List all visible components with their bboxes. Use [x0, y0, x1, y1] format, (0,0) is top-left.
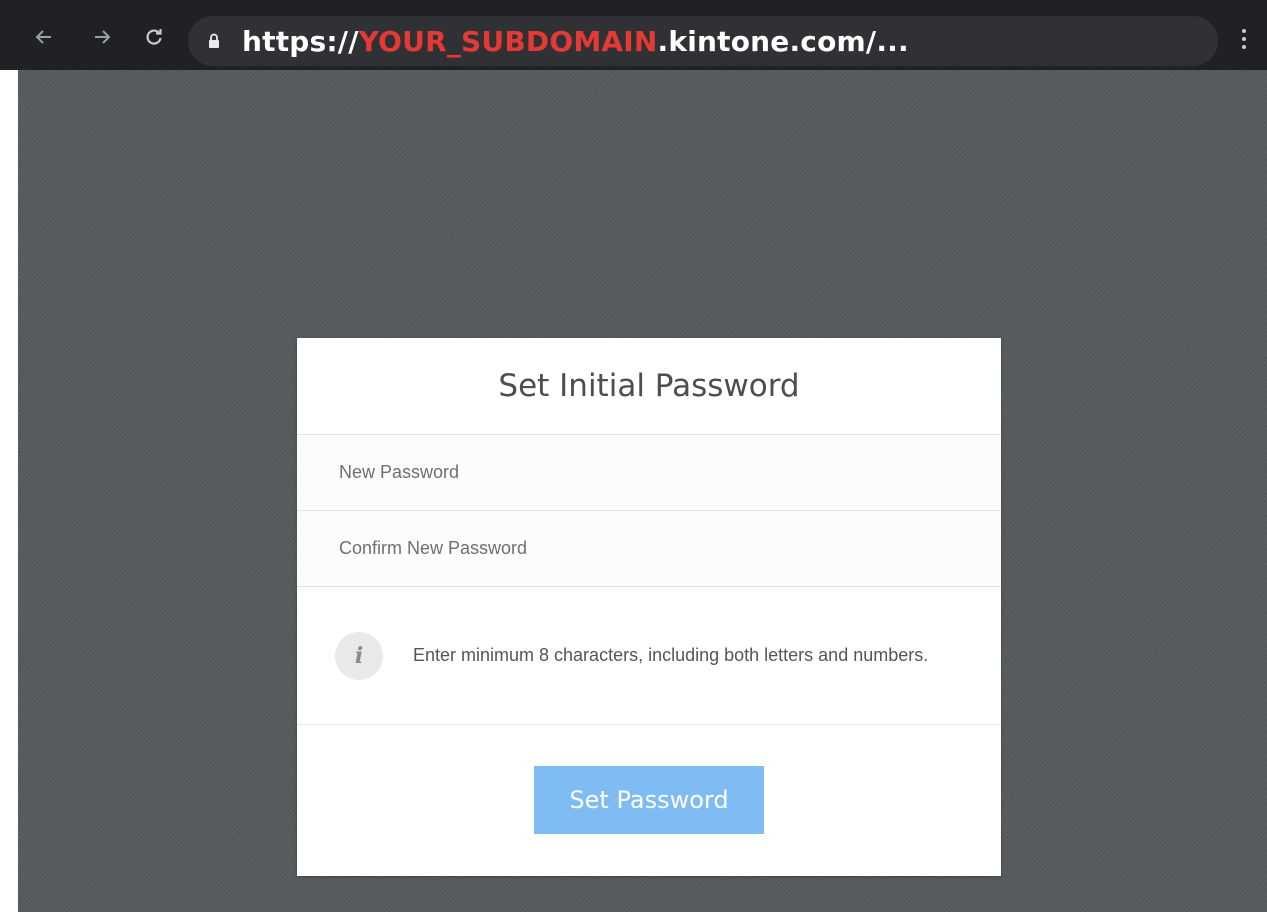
set-password-card: Set Initial Password i Enter minimum 8 c…	[297, 338, 1001, 876]
back-button[interactable]	[30, 20, 58, 54]
confirm-password-input[interactable]	[337, 537, 941, 560]
set-password-button[interactable]: Set Password	[534, 766, 764, 834]
arrow-right-icon	[95, 30, 111, 44]
new-password-input[interactable]	[337, 461, 941, 484]
address-url[interactable]: https://YOUR_SUBDOMAIN.kintone.com/...	[242, 25, 909, 58]
new-password-row	[297, 435, 1001, 511]
screen: https://YOUR_SUBDOMAIN.kintone.com/... S…	[0, 0, 1267, 912]
info-icon: i	[335, 631, 383, 680]
actions-area: Set Password	[297, 725, 1001, 875]
confirm-password-row	[297, 511, 1001, 587]
browser-toolbar: https://YOUR_SUBDOMAIN.kintone.com/...	[0, 0, 1267, 70]
lock-icon	[209, 33, 219, 48]
url-suffix: .kintone.com/...	[657, 24, 909, 58]
reload-icon	[146, 29, 162, 45]
address-bar[interactable]: https://YOUR_SUBDOMAIN.kintone.com/...	[188, 16, 1218, 66]
url-prefix: https://	[242, 24, 359, 58]
kebab-menu-icon	[1242, 29, 1246, 33]
arrow-left-icon	[35, 30, 51, 44]
browser-menu-button[interactable]	[1232, 22, 1256, 56]
reload-button[interactable]	[140, 20, 168, 54]
forward-button[interactable]	[88, 20, 116, 54]
requirements-text: Enter minimum 8 characters, including bo…	[413, 645, 929, 665]
password-requirements-note: i Enter minimum 8 characters, including …	[297, 587, 1001, 725]
url-subdomain: YOUR_SUBDOMAIN	[358, 24, 658, 58]
page-title: Set Initial Password	[297, 338, 1001, 435]
